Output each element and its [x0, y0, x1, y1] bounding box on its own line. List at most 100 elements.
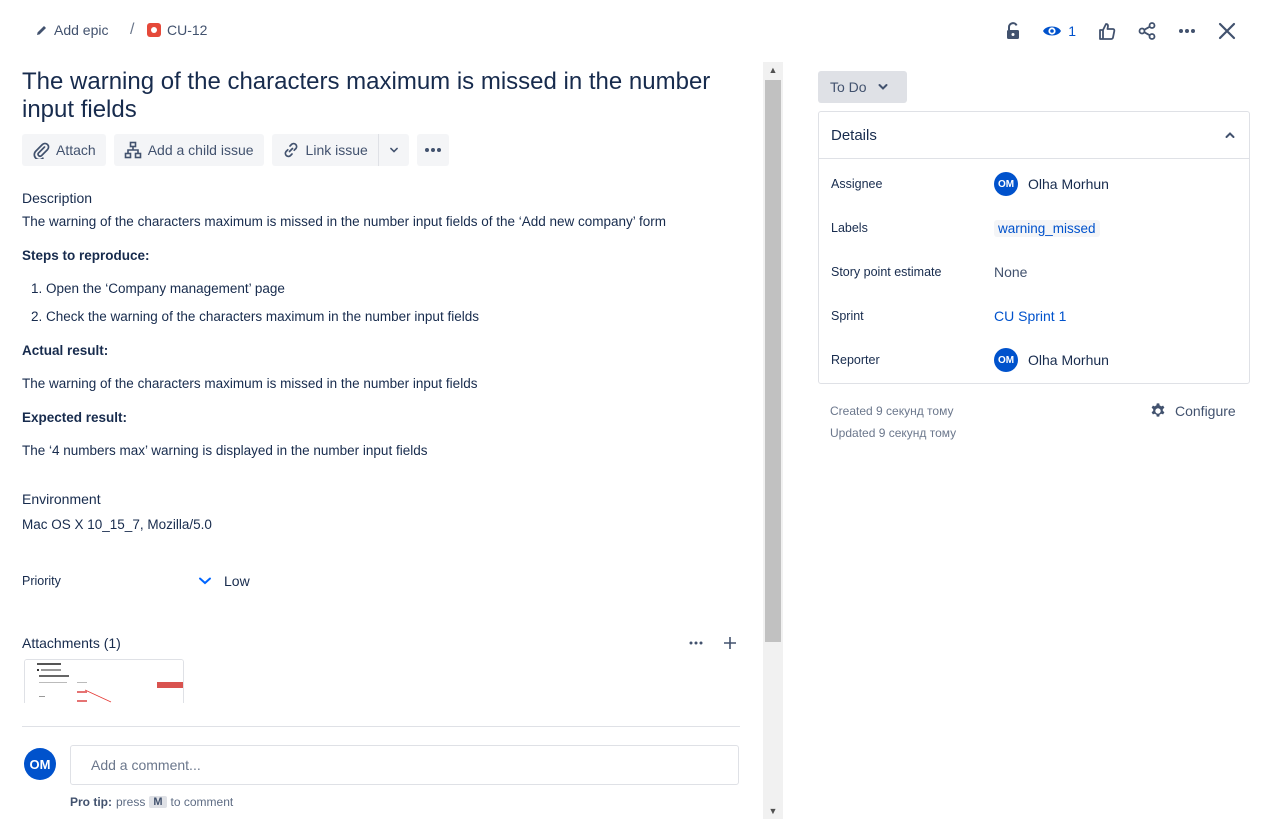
story-point-label: Story point estimate — [831, 265, 942, 279]
lock-icon — [1007, 22, 1020, 39]
environment-label: Environment — [22, 491, 101, 507]
add-child-issue-label: Add a child issue — [147, 142, 254, 158]
description-label: Description — [22, 190, 93, 206]
chevron-down-icon — [389, 147, 398, 153]
updated-timestamp: Updated 9 секунд тому — [830, 426, 957, 440]
status-label: To Do — [830, 79, 867, 95]
eye-icon — [1043, 26, 1062, 36]
pencil-icon — [37, 26, 46, 35]
assignee-value[interactable]: OM Olha Morhun — [994, 172, 1109, 196]
steps-list: Open the ‘Company management’ page Check… — [46, 279, 740, 327]
close-icon — [1218, 22, 1236, 40]
steps-heading: Steps to reproduce: — [22, 248, 150, 263]
chevron-down-icon — [878, 84, 888, 90]
add-child-issue-button[interactable]: Add a child issue — [113, 134, 264, 166]
pro-tip-rest: to comment — [170, 795, 234, 809]
priority-select[interactable]: Low — [198, 573, 250, 589]
comment-placeholder: Add a comment... — [91, 757, 201, 773]
priority-low-icon — [199, 577, 211, 585]
reporter-value[interactable]: OM Olha Morhun — [994, 348, 1109, 372]
watch-button[interactable]: 1 — [1042, 21, 1076, 41]
description-text: The warning of the characters maximum is… — [22, 214, 667, 229]
keyboard-shortcut: M — [149, 796, 167, 808]
reporter-name: Olha Morhun — [1028, 352, 1109, 368]
reporter-field: Reporter OM Olha Morhun — [831, 346, 1109, 374]
story-point-value[interactable]: None — [994, 264, 1027, 280]
watch-count: 1 — [1068, 23, 1076, 39]
environment-value[interactable]: Mac OS X 10_15_7, Mozilla/5.0 — [22, 515, 740, 535]
status-dropdown[interactable]: To Do — [818, 71, 907, 103]
avatar: OM — [994, 172, 1018, 196]
labels-value[interactable]: warning_missed — [994, 219, 1100, 237]
comment-area: OM Add a comment... Pro tip: press M to … — [22, 726, 740, 819]
sprint-label: Sprint — [831, 309, 864, 323]
step-item: Open the ‘Company management’ page — [46, 279, 740, 299]
share-button[interactable] — [1132, 16, 1162, 46]
paperclip-icon — [33, 142, 50, 159]
expected-result-heading: Expected result: — [22, 410, 128, 425]
attachments-header: Attachments (1) — [22, 635, 738, 651]
lock-button[interactable] — [998, 16, 1028, 46]
pro-tip-label: Pro tip: — [70, 795, 112, 809]
attachments-label: Attachments (1) — [22, 635, 121, 651]
comment-input[interactable]: Add a comment... — [70, 745, 739, 785]
actual-result-text: The warning of the characters maximum is… — [22, 376, 478, 391]
priority-field: Priority Low — [22, 569, 740, 593]
chevron-up-icon — [1225, 132, 1235, 138]
avatar: OM — [994, 348, 1018, 372]
expected-result-text: The ‘4 numbers max’ warning is displayed… — [22, 443, 428, 458]
description-body[interactable]: The warning of the characters maximum is… — [22, 212, 740, 461]
more-icon — [424, 148, 441, 152]
sprint-value[interactable]: CU Sprint 1 — [994, 308, 1066, 324]
attachments-more-icon[interactable] — [688, 635, 704, 651]
attachments-actions — [688, 635, 738, 651]
hierarchy-icon — [124, 141, 142, 159]
add-epic-label: Add epic — [54, 22, 109, 38]
scroll-down-arrow-icon[interactable]: ▼ — [763, 803, 783, 819]
assignee-label: Assignee — [831, 177, 883, 191]
details-header[interactable]: Details — [819, 112, 1249, 159]
link-issue-button[interactable]: Link issue — [271, 134, 378, 166]
close-button[interactable] — [1212, 16, 1242, 46]
more-actions-button[interactable] — [1172, 16, 1202, 46]
label-chip[interactable]: warning_missed — [994, 219, 1100, 237]
issue-key-label: CU-12 — [167, 22, 208, 38]
assignee-field: Assignee OM Olha Morhun — [831, 170, 1109, 198]
priority-label: Priority — [22, 574, 61, 588]
labels-field: Labels warning_missed — [831, 214, 1100, 242]
assignee-name: Olha Morhun — [1028, 176, 1109, 192]
created-timestamp: Created 9 секунд тому — [830, 404, 954, 418]
step-item: Check the warning of the characters maxi… — [46, 307, 740, 327]
configure-button[interactable]: Configure — [1149, 402, 1236, 420]
attachment-thumbnail[interactable] — [24, 659, 184, 703]
link-icon — [284, 142, 297, 158]
attach-button[interactable]: Attach — [22, 134, 106, 166]
labels-label: Labels — [831, 221, 868, 235]
pro-tip-press: press — [116, 795, 146, 809]
bug-icon — [147, 23, 161, 37]
like-button[interactable] — [1092, 16, 1122, 46]
top-bar: Add epic / CU-12 1 — [0, 0, 1266, 62]
share-icon — [1138, 22, 1156, 40]
add-attachment-icon[interactable] — [722, 635, 738, 651]
details-panel: Details Assignee OM Olha Morhun Labels w… — [818, 111, 1250, 384]
issue-toolbar: Attach Add a child issue Link issue — [22, 134, 740, 166]
issue-title[interactable]: The warning of the characters maximum is… — [22, 68, 732, 124]
top-actions: 1 — [988, 16, 1242, 46]
priority-value: Low — [224, 573, 250, 589]
add-epic-link[interactable]: Add epic — [36, 22, 108, 38]
scrollbar-thumb[interactable] — [765, 80, 781, 642]
pro-tip: Pro tip: press M to comment — [70, 795, 233, 809]
avatar: OM — [24, 748, 56, 780]
scroll-up-arrow-icon[interactable]: ▲ — [763, 62, 783, 78]
link-issue-label: Link issue — [305, 142, 368, 158]
toolbar-more-button[interactable] — [416, 134, 449, 166]
issue-key-link[interactable]: CU-12 — [147, 22, 207, 38]
thumbs-up-icon — [1099, 23, 1116, 40]
gear-icon — [1151, 403, 1165, 417]
more-icon — [1179, 29, 1195, 33]
issue-main-panel: The warning of the characters maximum is… — [22, 62, 740, 819]
main-scrollbar[interactable]: ▲ ▼ — [763, 62, 783, 819]
sprint-field: Sprint CU Sprint 1 — [831, 302, 1066, 330]
link-issue-dropdown-button[interactable] — [377, 134, 409, 166]
